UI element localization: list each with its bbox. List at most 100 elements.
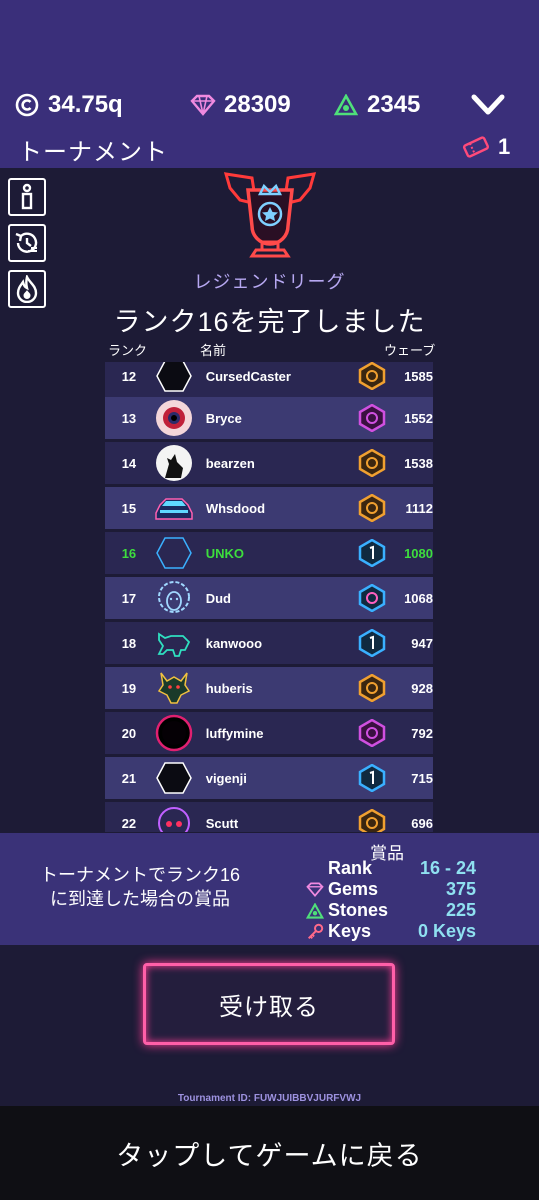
rewards-panel: トーナメントでランク16 に到達した場合の賞品 賞品 Rank 16 - 24 … [0,833,539,945]
row-wave: 1585 [404,368,433,384]
finished-rank-text: ランク16を完了しました [113,307,426,337]
reward-rank-label: Rank [328,858,373,878]
column-header-rank: ランク [108,343,148,358]
row-name: Whsdood [205,500,266,516]
coins-counter: 34.75q [14,91,123,119]
stones-counter: 2345 [333,91,420,119]
chevron-down-icon[interactable] [470,92,506,118]
reward-gems-label: Gems [328,879,379,899]
sheep-avatar-icon [154,578,194,618]
tournament-id: Tournament ID: FUWJUIBBVJURFVWJ [177,1093,362,1104]
gems-value: 28309 [224,91,291,118]
dragon-avatar-icon [154,668,194,708]
purple-wave-badge-icon [357,403,387,433]
orange-wave-badge-icon [357,808,387,832]
stone-icon [333,92,359,118]
table-row[interactable]: 14 bearzen 1538 [105,442,433,484]
row-rank: 20 [121,725,137,741]
stones-value: 2345 [367,91,421,118]
eye-avatar-icon [154,398,194,438]
reward-gems-value: 375 [445,879,476,899]
reward-keys-value: 0 Keys [417,921,476,941]
gems-counter: 28309 [190,91,291,119]
orange-wave-badge-icon [357,673,387,703]
reward-rank: Rank 16 - 24 [304,858,476,879]
row-wave: 1068 [404,590,433,606]
row-wave: 696 [411,815,433,831]
table-row[interactable]: 19 huberis 928 [105,667,433,709]
reward-keys-label: Keys [328,921,372,941]
row-name: huberis [205,680,253,696]
coin-icon [14,92,40,118]
hexagon-avatar-icon [154,758,194,798]
row-wave: 715 [411,770,433,786]
rewards-description-line1: トーナメントでランク16 [39,865,241,885]
history-button[interactable] [8,224,46,262]
row-rank: 18 [121,635,137,651]
row-rank: 12 [121,368,137,384]
blackhole-avatar-icon [154,713,194,753]
reward-stones-label: Stones [328,900,389,920]
reward-stones-value: 225 [445,900,476,920]
rewards-description-line2: に到達した場合の賞品 [50,889,230,909]
info-icon [21,183,33,210]
table-row[interactable]: 13 Bryce 1552 [105,397,433,439]
stone-icon [304,902,326,919]
leaderboard[interactable]: 12 CursedCaster 1585 13 Bryce 1552 14 be… [105,362,433,832]
trophy-icon [223,172,317,258]
table-row[interactable]: 21 vigenji 715 [105,757,433,799]
table-row[interactable]: 17 Dud 1068 [105,577,433,619]
row-rank: 15 [121,500,137,516]
row-name: UNKO [205,545,244,561]
return-to-game-button[interactable]: タップしてゲームに戻る [0,1106,539,1200]
table-row[interactable]: 12 CursedCaster 1585 [105,362,433,397]
reward-keys: Keys 0 Keys [304,921,476,942]
blue-wave-badge-icon [357,763,387,793]
bull-avatar-icon [154,623,194,663]
table-row-current-player[interactable]: 16 UNKO 1080 [105,532,433,574]
table-row[interactable]: 22 Scutt 696 [105,802,433,832]
key-icon [304,923,326,941]
row-rank: 14 [121,455,137,471]
ticket-icon [462,136,490,158]
blue-wave-badge-icon [357,538,387,568]
coins-value: 34.75q [48,91,123,118]
car-avatar-icon [154,488,194,528]
history-icon [15,232,38,253]
claim-button[interactable]: 受け取る [143,963,395,1045]
row-wave: 1080 [404,545,433,561]
column-header-name: 名前 [200,343,227,358]
row-rank: 13 [121,410,137,426]
top-bar: 34.75q 28309 2345 トーナメント 1 [0,0,539,168]
purple-wave-badge-icon [357,718,387,748]
table-row[interactable]: 20 luffymine 792 [105,712,433,754]
rewards-description: トーナメントでランク16 に到達した場合の賞品 [22,863,258,911]
row-rank: 22 [121,815,137,831]
table-row[interactable]: 15 Whsdood 1112 [105,487,433,529]
orange-wave-badge-icon [357,493,387,523]
table-row[interactable]: 18 kanwooo 947 [105,622,433,664]
blue-wave-badge-icon [357,628,387,658]
row-rank: 19 [121,680,137,696]
row-wave: 1552 [404,410,433,426]
row-wave: 1538 [404,455,433,471]
info-button[interactable] [8,178,46,216]
gem-icon [190,92,216,118]
row-rank: 17 [121,590,137,606]
row-wave: 928 [411,680,433,696]
column-header-wave: ウェーブ [384,343,436,358]
row-name: Scutt [205,815,239,831]
gem-icon [304,882,326,897]
skull-avatar-icon [154,803,194,832]
row-name: luffymine [205,725,264,741]
hexagon-avatar-icon [154,362,194,396]
wolf-avatar-icon [154,443,194,483]
row-name: kanwooo [205,635,263,651]
row-wave: 1112 [405,500,434,516]
row-wave: 792 [411,725,433,741]
reward-rank-value: 16 - 24 [419,858,476,878]
row-name: Dud [205,590,231,606]
league-name: レジェンドリーグ [193,272,346,292]
page-title: トーナメント [18,139,168,166]
orange-wave-badge-icon [357,448,387,478]
